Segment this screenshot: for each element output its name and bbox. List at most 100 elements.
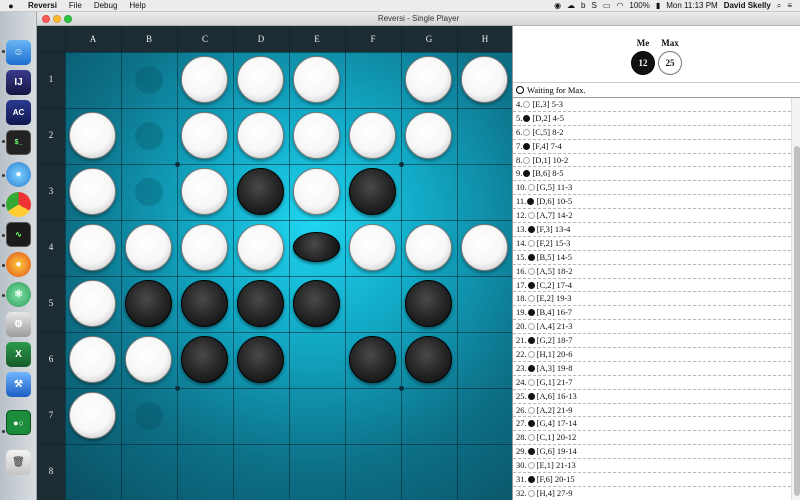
board-cell-e6[interactable] [289, 332, 345, 388]
board-cell-c3[interactable] [177, 164, 233, 220]
board-cell-c6[interactable] [177, 332, 233, 388]
board-cell-f1[interactable] [345, 52, 401, 108]
b-icon[interactable]: b [581, 1, 585, 10]
battery-percent[interactable]: 100% [629, 1, 649, 10]
board-cell-c4[interactable] [177, 220, 233, 276]
board-cell-e1[interactable] [289, 52, 345, 108]
board-cell-h6[interactable] [457, 332, 512, 388]
board-cell-a3[interactable] [65, 164, 121, 220]
appcode-icon[interactable]: AC [6, 100, 31, 125]
board-cell-f6[interactable] [345, 332, 401, 388]
spotlight-icon[interactable]: ⌕ [777, 1, 781, 11]
battery-icon[interactable]: ▮ [656, 1, 660, 10]
board-cell-g7[interactable] [401, 388, 457, 444]
notification-center-icon[interactable]: ≡ [787, 1, 792, 10]
board-cell-c7[interactable] [177, 388, 233, 444]
board-cell-b6[interactable] [121, 332, 177, 388]
board-cell-c5[interactable] [177, 276, 233, 332]
skype-icon[interactable]: S [592, 1, 597, 10]
board-cell-d2[interactable] [233, 108, 289, 164]
scroll-thumb[interactable] [794, 146, 800, 496]
board-cell-b3[interactable] [121, 164, 177, 220]
move-list-scrollbar[interactable] [791, 98, 800, 500]
board-cell-h4[interactable] [457, 220, 512, 276]
board-cell-f3[interactable] [345, 164, 401, 220]
clock-text[interactable]: Mon 11:13 PM [666, 1, 717, 10]
board-cell-d7[interactable] [233, 388, 289, 444]
board-cell-h7[interactable] [457, 388, 512, 444]
menu-help[interactable]: Help [123, 1, 151, 10]
board-cell-h2[interactable] [457, 108, 512, 164]
board-cell-d3[interactable] [233, 164, 289, 220]
board-cell-c2[interactable] [177, 108, 233, 164]
system-app-icon[interactable]: ⚙ [6, 312, 31, 337]
board-cell-a5[interactable] [65, 276, 121, 332]
board-cell-d6[interactable] [233, 332, 289, 388]
board-cell-h5[interactable] [457, 276, 512, 332]
board-cell-h3[interactable] [457, 164, 512, 220]
trash-icon[interactable]: 🗑 [6, 450, 31, 475]
board-cell-a1[interactable] [65, 52, 121, 108]
board-cell-e8[interactable] [289, 444, 345, 500]
board-cell-e5[interactable] [289, 276, 345, 332]
finder-icon[interactable]: ☺ [6, 40, 31, 65]
board-cell-b2[interactable] [121, 108, 177, 164]
board-cell-h1[interactable] [457, 52, 512, 108]
board-cell-f7[interactable] [345, 388, 401, 444]
xcode-icon[interactable]: ⚒ [6, 372, 31, 397]
board-cell-g4[interactable] [401, 220, 457, 276]
board-cell-f8[interactable] [345, 444, 401, 500]
zoom-window-button[interactable] [64, 15, 72, 23]
cloud-icon[interactable]: ☁ [567, 1, 575, 10]
board-cell-b4[interactable] [121, 220, 177, 276]
activity-monitor-icon[interactable]: ∿ [6, 222, 31, 247]
board-cell-a2[interactable] [65, 108, 121, 164]
board-cell-a7[interactable] [65, 388, 121, 444]
board-cell-f2[interactable] [345, 108, 401, 164]
minimize-window-button[interactable] [53, 15, 61, 23]
wifi-icon[interactable]: ◠ [616, 1, 623, 10]
board-cell-c1[interactable] [177, 52, 233, 108]
board-cell-d5[interactable] [233, 276, 289, 332]
board-cell-a6[interactable] [65, 332, 121, 388]
board-cell-d8[interactable] [233, 444, 289, 500]
board-cell-g3[interactable] [401, 164, 457, 220]
board-cell-c8[interactable] [177, 444, 233, 500]
board-cell-a4[interactable] [65, 220, 121, 276]
atom-icon[interactable]: ⚛ [6, 282, 31, 307]
record-icon[interactable]: ◉ [554, 1, 561, 10]
board-cell-g5[interactable] [401, 276, 457, 332]
display-icon[interactable]: ▭ [603, 1, 611, 10]
move-history-list[interactable]: 4. [E,3] 5-3 5. [D,2] 4-5 6. [C,5] 8-2 7. [F,4]… [513, 98, 791, 500]
menu-app-name[interactable]: Reversi [22, 1, 63, 10]
intellij-icon[interactable]: IJ [6, 70, 31, 95]
excel-icon[interactable]: X [6, 342, 31, 367]
terminal-icon[interactable]: $_ [6, 130, 31, 155]
board-cell-e3[interactable] [289, 164, 345, 220]
menu-file[interactable]: File [63, 1, 88, 10]
board-cell-b1[interactable] [121, 52, 177, 108]
board-cell-d4[interactable] [233, 220, 289, 276]
messages-icon[interactable]: ● [6, 162, 31, 187]
board-cell-e7[interactable] [289, 388, 345, 444]
board-cell-g1[interactable] [401, 52, 457, 108]
user-name[interactable]: David Skelly [724, 1, 771, 10]
chrome-icon[interactable] [6, 192, 31, 217]
board-cell-b8[interactable] [121, 444, 177, 500]
board-cell-e2[interactable] [289, 108, 345, 164]
reversi-app-icon[interactable]: ●○ [6, 410, 31, 435]
apple-menu-icon[interactable]: ● [0, 1, 22, 11]
board-cell-e4[interactable] [289, 220, 345, 276]
board-cell-g8[interactable] [401, 444, 457, 500]
board-cell-g2[interactable] [401, 108, 457, 164]
board-cell-f5[interactable] [345, 276, 401, 332]
board-cell-b5[interactable] [121, 276, 177, 332]
board-cell-f4[interactable] [345, 220, 401, 276]
board-cell-h8[interactable] [457, 444, 512, 500]
board-cell-g6[interactable] [401, 332, 457, 388]
firefox-icon[interactable]: ● [6, 252, 31, 277]
close-window-button[interactable] [42, 15, 50, 23]
board-cell-b7[interactable] [121, 388, 177, 444]
board-cell-d1[interactable] [233, 52, 289, 108]
board-cell-a8[interactable] [65, 444, 121, 500]
